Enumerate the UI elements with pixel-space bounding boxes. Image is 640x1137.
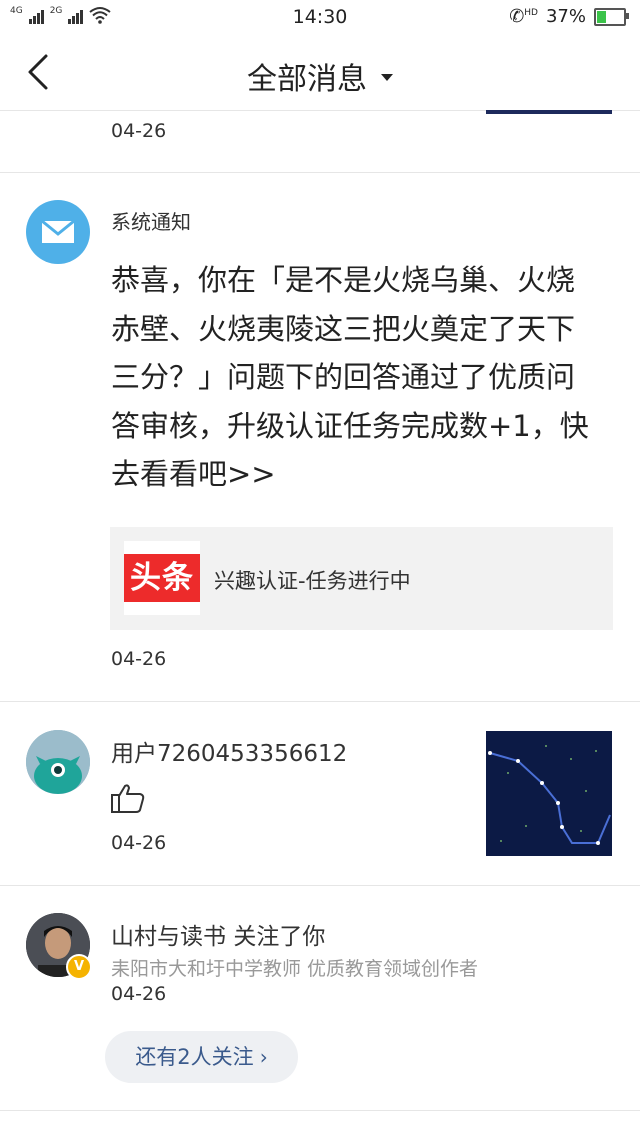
verified-badge: V xyxy=(66,954,92,980)
avatar[interactable] xyxy=(26,200,90,264)
chevron-right-icon: › xyxy=(259,1045,268,1069)
constellation-image xyxy=(486,731,612,856)
page-title: 全部消息 xyxy=(247,62,367,97)
notification-text[interactable]: 恭喜，你在「是不是火烧乌巢、火烧赤壁、火烧夷陵这三把火奠定了天下三分？」问题下的… xyxy=(111,256,601,499)
mail-icon xyxy=(41,219,75,243)
user-name[interactable]: 用户7260453356612 xyxy=(111,734,347,768)
divider xyxy=(0,885,640,886)
more-followers-button[interactable]: 还有2人关注 › xyxy=(105,1031,298,1083)
nav-bar: 全部消息 xyxy=(0,36,640,111)
monster-avatar-icon xyxy=(26,730,90,794)
divider xyxy=(0,172,640,173)
divider xyxy=(0,701,640,702)
message-date: 04-26 xyxy=(111,648,167,670)
task-card[interactable]: 头条 兴趣认证-任务进行中 xyxy=(110,527,613,630)
message-date: 04-26 xyxy=(111,832,167,854)
logo-text: 头条 xyxy=(124,554,200,602)
follower-description: 耒阳市大和圩中学教师 优质教育领域创作者 xyxy=(111,958,479,980)
avatar[interactable] xyxy=(26,730,90,794)
more-followers-label: 还有2人关注 xyxy=(135,1045,254,1069)
call-hd-icon: ✆HD xyxy=(509,6,538,27)
message-date: 04-26 xyxy=(111,983,167,1005)
follower-name[interactable]: 山村与读书 xyxy=(111,924,226,950)
follow-line: 山村与读书 关注了你 xyxy=(111,917,325,951)
thumbs-up-icon xyxy=(111,784,145,813)
divider xyxy=(0,1110,640,1111)
battery-percent: 37% xyxy=(545,6,586,27)
battery-icon xyxy=(594,7,629,26)
follow-action: 关注了你 xyxy=(233,924,326,950)
caret-down-icon xyxy=(381,74,393,81)
card-text: 兴趣认证-任务进行中 xyxy=(214,569,411,593)
message-date: 04-26 xyxy=(111,120,167,142)
message-thumbnail[interactable] xyxy=(486,110,612,114)
toutiao-logo: 头条 xyxy=(124,541,200,615)
page-title-dropdown[interactable]: 全部消息 xyxy=(0,54,640,98)
sender-name: 系统通知 xyxy=(111,210,191,234)
status-bar: 4G 2G 14:30 ✆HD 37% xyxy=(0,0,640,36)
constellation-thumbnail[interactable] xyxy=(486,731,612,856)
status-right: ✆HD 37% xyxy=(509,6,629,27)
